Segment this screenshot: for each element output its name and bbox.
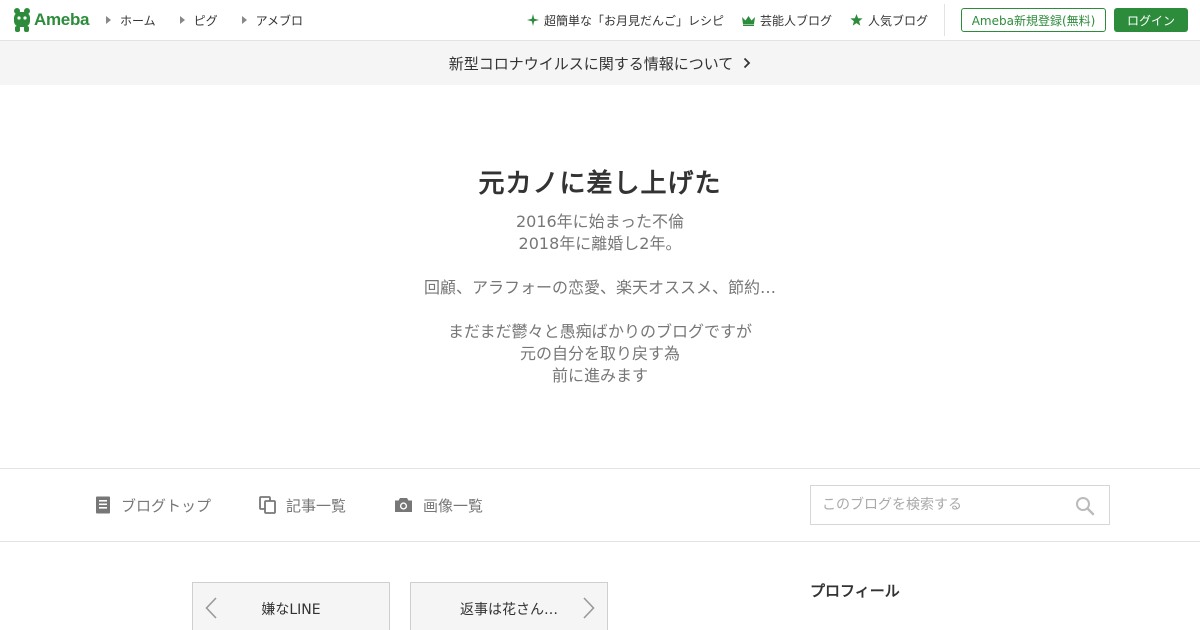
nav-link-label: ピグ xyxy=(193,13,218,28)
global-header: Ameba ホーム ピグ アメブロ 超簡単な「お月見だんご」レシピ 芸能人ブログ… xyxy=(0,0,1200,41)
copy-icon xyxy=(259,496,276,514)
celebrity-blog-link[interactable]: 芸能人ブログ xyxy=(741,12,832,29)
blog-search xyxy=(810,485,1110,525)
popular-blog-label: 人気ブログ xyxy=(867,13,928,28)
image-list-label: 画像一覧 xyxy=(423,496,484,515)
login-button[interactable]: ログイン xyxy=(1114,8,1188,32)
blog-title[interactable]: 元カノに差し上げた xyxy=(0,163,1200,200)
description-line: 前に進みます xyxy=(551,366,648,385)
blog-nav: ブログトップ 記事一覧 画像一覧 xyxy=(0,468,1200,542)
covid-notice-link[interactable]: 新型コロナウイルスに関する情報について xyxy=(0,41,1200,85)
celebrity-blog-label: 芸能人ブログ xyxy=(759,13,832,28)
description-line: 回顧、アラフォーの恋愛、楽天オススメ、節約… xyxy=(423,278,776,297)
prev-article-button[interactable]: 嫌なLINE xyxy=(192,582,390,630)
nav-link-label: アメブロ xyxy=(255,13,304,28)
next-article-button[interactable]: 返事は花さん… xyxy=(410,582,608,630)
ameba-logo[interactable]: Ameba xyxy=(12,7,89,33)
blog-top-link[interactable]: ブログトップ xyxy=(95,469,211,541)
description-line: 2018年に離婚し2年。 xyxy=(518,234,682,253)
search-icon[interactable] xyxy=(1075,496,1095,516)
recipe-link[interactable]: 超簡単な「お月見だんご」レシピ xyxy=(526,12,724,29)
nav-pigg-link[interactable]: ピグ xyxy=(179,12,218,29)
description-line xyxy=(0,299,1200,321)
document-icon xyxy=(96,496,110,514)
camera-icon xyxy=(395,498,412,512)
caret-right-icon xyxy=(241,16,247,24)
image-list-link[interactable]: 画像一覧 xyxy=(394,469,483,541)
sparkle-icon xyxy=(526,14,539,26)
popular-blog-link[interactable]: 人気ブログ xyxy=(850,12,928,29)
next-article-label: 返事は花さん… xyxy=(460,602,558,618)
blog-description: 2016年に始まった不倫 2018年に離婚し2年。 回顧、アラフォーの恋愛、楽天… xyxy=(0,211,1200,387)
description-line: 2016年に始まった不倫 xyxy=(515,212,685,231)
caret-right-icon xyxy=(106,16,111,24)
prev-article-label: 嫌なLINE xyxy=(261,602,321,618)
nav-link-label: ホーム xyxy=(120,13,156,28)
article-list-label: 記事一覧 xyxy=(286,496,347,515)
blog-search-input[interactable] xyxy=(811,486,1071,524)
register-button[interactable]: Ameba新規登録(無料) xyxy=(961,8,1106,32)
star-icon xyxy=(850,14,863,26)
blog-top-label: ブログトップ xyxy=(121,496,212,515)
description-line: 元の自分を取り戻す為 xyxy=(519,344,680,363)
global-nav: ホーム ピグ アメブロ xyxy=(106,0,327,40)
ameba-mascot-icon xyxy=(14,8,30,32)
description-line xyxy=(0,255,1200,277)
chevron-right-icon xyxy=(744,57,751,69)
nav-ameblo-link[interactable]: アメブロ xyxy=(241,12,304,29)
logo-text: Ameba xyxy=(34,10,90,29)
crown-icon xyxy=(741,15,755,26)
profile-heading: プロフィール xyxy=(810,582,900,600)
recipe-link-label: 超簡単な「お月見だんご」レシピ xyxy=(543,13,724,28)
description-line: まだまだ鬱々と愚痴ばかりのブログですが xyxy=(447,322,752,341)
header-divider xyxy=(944,4,945,36)
article-list-link[interactable]: 記事一覧 xyxy=(259,469,346,541)
blog-header: 元カノに差し上げた 2016年に始まった不倫 2018年に離婚し2年。 回顧、ア… xyxy=(0,85,1200,468)
feature-nav: 超簡単な「お月見だんご」レシピ 芸能人ブログ 人気ブログ xyxy=(509,0,928,40)
caret-right-icon xyxy=(179,16,185,24)
notice-text: 新型コロナウイルスに関する情報について xyxy=(448,54,734,73)
nav-home-link[interactable]: ホーム xyxy=(106,12,156,29)
